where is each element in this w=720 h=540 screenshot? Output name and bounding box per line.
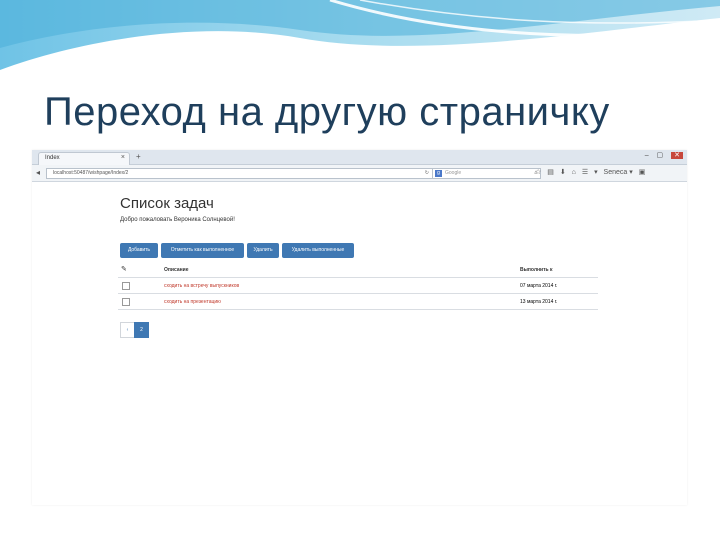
search-engine-icon[interactable]: g: [435, 170, 442, 177]
table-header-row: ✎ Описание Выполнить к: [118, 262, 598, 278]
dropdown-icon[interactable]: ▾: [594, 169, 598, 176]
task-link[interactable]: сходить на встречу выпускников: [164, 283, 239, 289]
page-heading: Список задач: [120, 195, 214, 212]
reading-list-icon[interactable]: ▤: [547, 169, 554, 176]
reload-icon[interactable]: ↻: [425, 169, 429, 178]
mark-done-button[interactable]: Отметить как выполненное: [161, 243, 244, 258]
pagination-page-current[interactable]: 2: [134, 322, 149, 338]
new-tab-icon[interactable]: +: [136, 152, 141, 161]
delete-button[interactable]: Удалить: [247, 243, 279, 258]
address-bar[interactable]: localhost:50487/wishpage/Index/2 ↻: [46, 168, 434, 179]
address-url: localhost:50487/wishpage/Index/2: [53, 170, 129, 176]
browser-nav-bar: ◂ localhost:50487/wishpage/Index/2 ↻ g G…: [32, 165, 687, 182]
panel-icon[interactable]: ▣: [639, 169, 646, 176]
column-header-description: Описание: [164, 267, 189, 273]
task-checkbox[interactable]: [122, 298, 130, 306]
task-due-date: 07 марта 2014 г.: [520, 283, 558, 289]
table-row: сходить на презентацию 13 марта 2014 г.: [118, 294, 598, 310]
task-due-date: 13 марта 2014 г.: [520, 299, 558, 305]
welcome-text: Добро пожаловать Вероника Солнцевой!: [120, 217, 235, 223]
tab-title: Index: [45, 155, 60, 161]
browser-tab-bar: Index × + – ▢ ✕: [32, 150, 687, 165]
tab-close-icon[interactable]: ×: [121, 154, 125, 161]
header-wave-decoration: [0, 0, 720, 70]
delete-done-button[interactable]: Удалить выполненные: [282, 243, 354, 258]
edit-icon: ✎: [121, 266, 127, 273]
back-arrow-icon[interactable]: ◂: [36, 168, 40, 177]
browser-tab[interactable]: Index ×: [38, 152, 130, 165]
window-controls: – ▢ ✕: [639, 151, 683, 159]
table-row: сходить на встречу выпускников 07 марта …: [118, 278, 598, 294]
browser-screenshot: Index × + – ▢ ✕ ◂ localhost:50487/wishpa…: [32, 150, 687, 505]
task-checkbox[interactable]: [122, 282, 130, 290]
download-icon[interactable]: ⬇: [560, 169, 566, 176]
profile-menu[interactable]: Seneca ▾: [604, 169, 633, 176]
menu-icon[interactable]: ☰: [582, 169, 588, 176]
home-icon[interactable]: ⌂: [572, 169, 576, 176]
search-input[interactable]: g Google ⌕: [432, 168, 541, 179]
bookmark-star-icon[interactable]: ☆: [535, 169, 541, 176]
window-close-icon[interactable]: ✕: [671, 152, 683, 159]
add-button[interactable]: Добавить: [120, 243, 158, 258]
task-table: ✎ Описание Выполнить к сходить на встреч…: [118, 262, 598, 310]
task-link[interactable]: сходить на презентацию: [164, 299, 221, 305]
minimize-icon[interactable]: –: [645, 152, 649, 159]
slide-title: Переход на другую страничку: [44, 90, 610, 134]
browser-toolbar: ☆ ▤ ⬇ ⌂ ☰ ▾ Seneca ▾ ▣: [535, 168, 649, 176]
column-header-due: Выполнить к: [520, 267, 553, 273]
maximize-icon[interactable]: ▢: [657, 152, 664, 159]
search-placeholder: Google: [445, 170, 462, 176]
pagination-prev[interactable]: ‹: [120, 322, 135, 338]
